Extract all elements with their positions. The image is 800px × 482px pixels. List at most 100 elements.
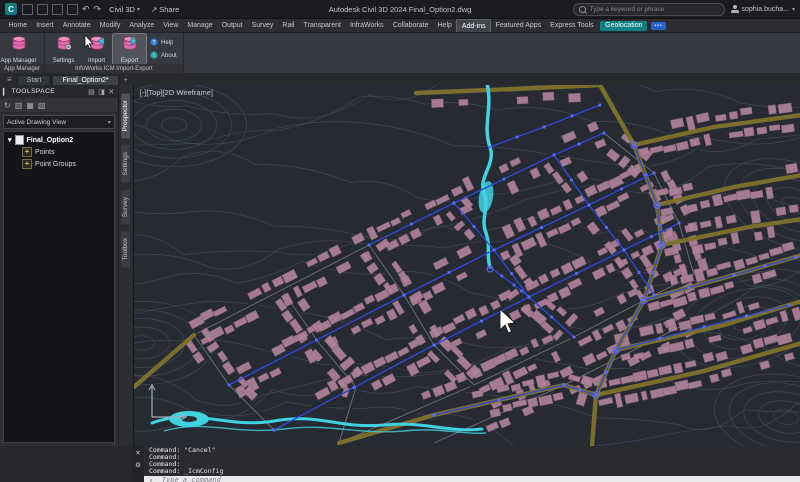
ribbon-tab-view[interactable]: View	[159, 19, 183, 32]
drawing-area[interactable]: [-][Top][2D Wireframe]	[134, 85, 800, 446]
command-history-line: Command:	[149, 461, 795, 468]
help-button[interactable]: ?Help	[150, 38, 177, 48]
new-drawing-tab-button[interactable]: +	[120, 77, 132, 85]
command-line-area: ✕ ⚙ Command: "Cancel"Command:Command:Com…	[0, 446, 800, 482]
drawing-icon	[15, 135, 24, 145]
ribbon-tab-collaborate[interactable]: Collaborate	[388, 19, 433, 32]
toolspace-tab-settings[interactable]: Settings	[121, 145, 130, 183]
app-manager-button[interactable]: App Manager	[2, 34, 35, 64]
title-bar: C ↶↷ Civil 3D ▾ ↗ Share Autodesk Civil 3…	[0, 0, 800, 19]
palette-autohide-icon[interactable]: ◨	[98, 88, 105, 96]
tree-item-points[interactable]: +Points	[4, 146, 114, 158]
ribbon-tab-analyze[interactable]: Analyze	[125, 19, 159, 32]
open-button[interactable]	[37, 4, 48, 15]
prospector-tree: ▾Final_Option2+Points+Point Groups	[3, 131, 115, 443]
ribbon-tab-transparent[interactable]: Transparent	[299, 19, 345, 32]
tree-item-final-option2[interactable]: ▾ Final_Option2	[4, 134, 114, 146]
palette-properties-icon[interactable]: ▤	[88, 88, 95, 96]
workspace-selector[interactable]: Civil 3D ▾	[106, 5, 143, 14]
plot-button[interactable]	[67, 4, 78, 15]
file-tabs-menu-icon[interactable]: ≡	[3, 75, 16, 85]
viewport-controls[interactable]: [-][Top][2D Wireframe]	[140, 88, 213, 97]
preview-icon[interactable]: ▦	[26, 101, 34, 110]
command-input[interactable]: ›_ Type a command	[144, 476, 800, 482]
ribbon-panel-app-manager: App ManagerApp Manager	[0, 33, 45, 73]
db-export-icon	[122, 35, 138, 57]
file-tab-final-option2-[interactable]: Final_Option2*	[52, 75, 118, 85]
view-selector-dropdown[interactable]: Active Drawing View ▾	[3, 115, 115, 129]
db-settings-icon	[56, 35, 72, 57]
view-selector-value: Active Drawing View	[7, 119, 66, 126]
svg-text:?: ?	[153, 40, 156, 46]
tree-expand-icon[interactable]: ▾	[8, 136, 12, 144]
command-history-line: Command: "Cancel"	[149, 447, 795, 454]
ribbon-tab-survey[interactable]: Survey	[247, 19, 278, 32]
toolspace-header[interactable]: ▎ TOOLSPACE ▤ ◨ ✕	[0, 85, 118, 98]
share-button[interactable]: ↗ Share	[148, 5, 182, 14]
redo-button[interactable]: ↷	[94, 5, 102, 14]
panel-label[interactable]: InfoWorks ICM Import-Export	[45, 64, 183, 73]
close-icon[interactable]: ✕	[108, 88, 114, 96]
app-db-icon	[11, 35, 27, 57]
toolspace-tab-prospector[interactable]: Prospector	[121, 93, 130, 138]
ribbon-tab-featured-apps[interactable]: Featured Apps	[491, 19, 546, 32]
panel-label[interactable]: App Manager	[0, 64, 44, 73]
ribbon-tab-annotate[interactable]: Annotate	[58, 19, 95, 32]
model-space-canvas[interactable]	[134, 85, 800, 446]
toolspace-tab-strip: Prospector Settings Survey Toolbox	[119, 85, 134, 446]
help-icon[interactable]: ▧	[38, 101, 46, 110]
export-button[interactable]: Export	[113, 34, 146, 64]
chevron-down-icon: ▾	[792, 6, 795, 13]
share-icon: ↗	[151, 5, 157, 14]
ribbon-tab-infraworks[interactable]: InfraWorks	[345, 19, 388, 32]
refresh-icon[interactable]: ↻	[4, 101, 11, 110]
ribbon-tab-output[interactable]: Output	[217, 19, 247, 32]
ribbon-tab-insert[interactable]: Insert	[32, 19, 59, 32]
ribbon-tab-rail[interactable]: Rail	[278, 19, 299, 32]
new-button[interactable]	[22, 4, 33, 15]
ribbon-tab--[interactable]: •••	[651, 22, 665, 30]
customize-icon[interactable]: ⚙	[135, 461, 141, 469]
ribbon-tab-geolocation[interactable]: Geolocation	[600, 21, 647, 31]
file-tab-start[interactable]: Start	[17, 75, 52, 85]
tree-item-point-groups[interactable]: +Point Groups	[4, 158, 114, 170]
ribbon-tab-add-ins[interactable]: Add-ins	[456, 19, 491, 32]
command-window[interactable]: ✕ ⚙ Command: "Cancel"Command:Command:Com…	[132, 446, 800, 482]
command-history: Command: "Cancel"Command:Command:Command…	[144, 446, 800, 476]
toolspace-title: TOOLSPACE	[12, 88, 56, 95]
save-button[interactable]	[52, 4, 63, 15]
toolspace-toolbar: ↻ ▥ ▦ ▧	[0, 98, 118, 113]
close-icon[interactable]: ✕	[135, 449, 140, 457]
share-label: Share	[159, 5, 179, 14]
user-menu[interactable]: sophia.bucha... ▾	[731, 5, 796, 13]
ribbon-tab-bar: HomeInsertAnnotateModifyAnalyzeViewManag…	[0, 19, 800, 33]
tree-item-label: Point Groups	[35, 161, 76, 168]
tree-item-label: Final_Option2	[27, 137, 74, 144]
chevron-down-icon: ▾	[108, 119, 111, 126]
help-icon: ?	[150, 38, 158, 48]
chevron-down-icon: ▾	[137, 6, 140, 13]
settings-button[interactable]: Settings	[47, 34, 80, 64]
ribbon-tab-home[interactable]: Home	[4, 19, 32, 32]
building-footprints-layer	[185, 92, 800, 432]
app-logo-icon[interactable]: C	[5, 3, 17, 15]
ribbon-tab-manage[interactable]: Manage	[183, 19, 217, 32]
ribbon-tab-help[interactable]: Help	[433, 19, 456, 32]
ribbon-tab-modify[interactable]: Modify	[95, 19, 125, 32]
command-input-placeholder: Type a command	[162, 476, 221, 482]
palette-grip[interactable]: ▎	[3, 88, 9, 96]
panorama-icon[interactable]: ▥	[15, 101, 23, 110]
command-history-line: Command: _IcmConfig	[149, 468, 795, 475]
point-groups-icon: +	[22, 159, 32, 169]
about-button[interactable]: iAbout	[150, 51, 177, 61]
search-box[interactable]: Type a keyword or phrase	[573, 3, 725, 16]
civil3d-window: C ↶↷ Civil 3D ▾ ↗ Share Autodesk Civil 3…	[0, 0, 800, 482]
ribbon-tab-express-tools[interactable]: Express Tools	[546, 19, 598, 32]
import-button[interactable]: Import	[80, 34, 113, 64]
tree-item-label: Points	[35, 149, 54, 156]
user-name: sophia.bucha...	[742, 6, 789, 13]
toolspace-tab-survey[interactable]: Survey	[121, 190, 130, 224]
undo-button[interactable]: ↶	[82, 5, 90, 14]
toolspace-tab-toolbox[interactable]: Toolbox	[121, 231, 130, 267]
search-icon	[579, 6, 586, 13]
